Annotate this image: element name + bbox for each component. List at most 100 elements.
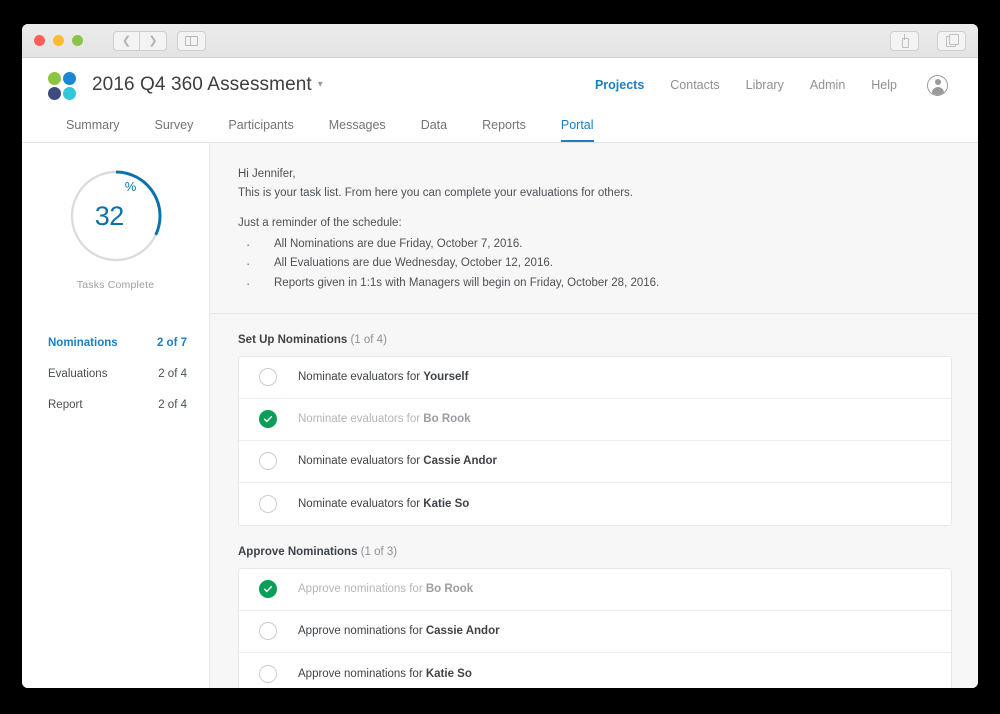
progress-value: 32 [94,200,125,231]
browser-window: ❮ ❯ 2016 Q4 360 Assessment ▾ Projects Co… [22,24,978,688]
tasks-complete-donut-chart: 32 % [67,167,165,265]
task-card: Approve nominations for Bo Rook Approve … [238,567,952,688]
task-person-name: Yourself [423,371,469,384]
task-status-circle-icon[interactable] [259,622,277,641]
desktop-background: ❮ ❯ 2016 Q4 360 Assessment ▾ Projects Co… [0,0,1000,714]
task-status-circle-icon[interactable] [259,452,277,471]
sidebar-item-label: Evaluations [48,367,108,380]
tab-survey[interactable]: Survey [154,118,193,142]
tab-summary[interactable]: Summary [66,118,119,142]
intro-message: Hi Jennifer, This is your task list. Fro… [210,143,978,314]
task-person-name: Katie So [423,497,470,510]
task-prefix: Approve nominations for [298,625,426,638]
nav-item-projects[interactable]: Projects [595,78,644,92]
section-title: Set Up Nominations [238,333,348,346]
task-person-name: Bo Rook [425,583,474,596]
task-prefix: Nominate evaluators for [298,497,424,510]
task-prefix: Approve nominations for [298,667,426,680]
task-row[interactable]: Nominate evaluators for Bo Rook [239,399,951,441]
show-tabs-button[interactable] [937,30,966,51]
page-title: 2016 Q4 360 Assessment [92,74,312,95]
task-label: Nominate evaluators for Bo Rook [298,413,471,425]
back-button[interactable]: ❮ [113,30,140,51]
sidebar-toggle-icon [185,35,198,46]
schedule-bullet: All Nominations are due Friday, October … [238,234,952,256]
task-label: Approve nominations for Cassie Andor [298,625,500,637]
sidebar-item-label: Report [48,398,83,411]
task-row[interactable]: Nominate evaluators for Katie So [239,483,951,525]
section-set-up-nominations: Set Up Nominations (1 of 4) Nominate eva… [210,314,978,526]
four-dot-logo-icon [48,71,76,100]
sidebar-item-label: Nominations [48,336,118,349]
sidebar-item-evaluations[interactable]: Evaluations 2 of 4 [48,358,187,389]
task-row[interactable]: Nominate evaluators for Cassie Andor [239,441,951,483]
sidebar-toggle-button[interactable] [177,30,206,51]
progress-unit: % [124,179,137,194]
task-status-circle-icon[interactable] [259,368,277,387]
nav-item-library[interactable]: Library [746,78,784,92]
task-row[interactable]: Approve nominations for Bo Rook [239,569,951,611]
close-window-button[interactable] [34,35,45,46]
show-tabs-icon [946,34,959,47]
task-row[interactable]: Approve nominations for Katie So [239,653,951,688]
schedule-bullet-list: All Nominations are due Friday, October … [238,234,952,295]
task-prefix: Nominate evaluators for [298,413,424,426]
tab-messages[interactable]: Messages [329,118,386,142]
progress-summary: 32 % Tasks Complete [22,167,209,291]
browser-right-controls[interactable] [880,30,966,51]
app-header: 2016 Q4 360 Assessment ▾ Projects Contact… [22,58,978,112]
task-card: Nominate evaluators for Yourself Nominat… [238,355,952,526]
task-label: Approve nominations for Katie So [298,668,472,680]
sidebar-item-count: 2 of 7 [156,336,187,349]
intro-greeting: Hi Jennifer, [238,168,296,180]
task-label: Nominate evaluators for Cassie Andor [298,455,497,467]
window-controls[interactable] [34,35,83,46]
tab-participants[interactable]: Participants [228,118,293,142]
intro-line-1: This is your task list. From here you ca… [238,186,633,199]
task-label: Approve nominations for Bo Rook [298,583,473,595]
browser-navigation-buttons[interactable]: ❮ ❯ [113,30,206,51]
task-prefix: Nominate evaluators for [298,371,424,384]
intro-schedule-title: Just a reminder of the schedule: [238,217,402,230]
nav-item-contacts[interactable]: Contacts [670,78,719,92]
schedule-bullet: All Evaluations are due Wednesday, Octob… [238,253,952,275]
task-prefix: Approve nominations for [298,583,426,596]
forward-button[interactable]: ❯ [140,30,167,51]
task-prefix: Nominate evaluators for [298,455,424,468]
project-title-dropdown[interactable]: 2016 Q4 360 Assessment ▾ [92,74,323,96]
user-avatar-icon[interactable] [927,74,948,96]
tab-reports[interactable]: Reports [482,118,526,142]
nav-item-admin[interactable]: Admin [810,78,845,92]
sidebar-item-count: 2 of 4 [158,367,187,380]
tab-data[interactable]: Data [421,118,447,142]
task-complete-check-icon[interactable] [259,410,277,429]
sidebar-item-nominations[interactable]: Nominations 2 of 7 [48,327,187,358]
portal-sidebar: 32 % Tasks Complete Nominations 2 of 7 E… [22,143,210,688]
global-nav: Projects Contacts Library Admin Help [595,74,948,96]
chevron-down-icon: ▾ [317,79,323,90]
task-label: Nominate evaluators for Katie So [298,498,469,510]
task-status-circle-icon[interactable] [259,494,277,513]
tab-portal[interactable]: Portal [560,118,594,142]
browser-titlebar: ❮ ❯ [22,24,978,58]
section-approve-nominations: Approve Nominations (1 of 3) Approve nom… [210,526,978,688]
section-count: (1 of 4) [350,333,387,346]
task-status-circle-icon[interactable] [259,664,277,683]
section-count: (1 of 3) [360,545,398,558]
nav-item-help[interactable]: Help [871,78,897,92]
section-header: Set Up Nominations (1 of 4) [238,334,952,346]
minimize-window-button[interactable] [53,35,64,46]
share-button[interactable] [890,30,919,51]
section-title: Approve Nominations [238,545,358,558]
donut-center-label: 32 % [67,167,165,265]
task-complete-check-icon[interactable] [259,580,277,599]
task-label: Nominate evaluators for Yourself [298,371,468,383]
sidebar-item-report[interactable]: Report 2 of 4 [48,389,187,420]
sidebar-item-count: 2 of 4 [158,398,187,411]
task-person-name: Cassie Andor [423,455,498,468]
task-row[interactable]: Nominate evaluators for Yourself [239,357,951,399]
maximize-window-button[interactable] [72,35,83,46]
app-body: 32 % Tasks Complete Nominations 2 of 7 E… [22,143,978,688]
task-row[interactable]: Approve nominations for Cassie Andor [239,611,951,653]
project-tabbar: Summary Survey Participants Messages Dat… [22,112,978,143]
